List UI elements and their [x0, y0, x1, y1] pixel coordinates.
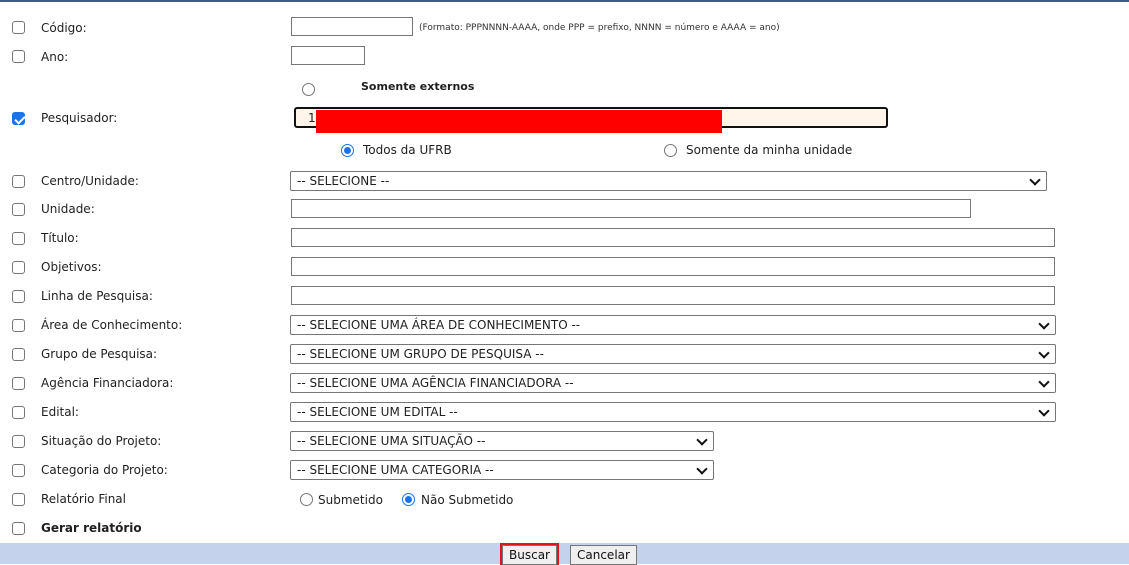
minha-unidade-radio[interactable] [664, 144, 677, 157]
unidade-label: Unidade: [41, 202, 95, 216]
situacao-projeto-row: Situação do Projeto: -- SELECIONE UMA SI… [0, 431, 1129, 453]
objetivos-input[interactable] [291, 257, 1055, 276]
codigo-label: Código: [41, 21, 87, 35]
objetivos-checkbox[interactable] [12, 261, 25, 274]
edital-select[interactable]: -- SELECIONE UM EDITAL -- [290, 402, 1056, 422]
edital-row: Edital: -- SELECIONE UM EDITAL -- [0, 402, 1129, 424]
ano-row: Ano: [0, 46, 1129, 68]
todos-ufrb-radio[interactable] [341, 144, 354, 157]
linha-pesquisa-row: Linha de Pesquisa: [0, 286, 1129, 308]
centro-unidade-label: Centro/Unidade: [41, 174, 139, 188]
edital-checkbox[interactable] [12, 406, 25, 419]
grupo-pesquisa-selected: -- SELECIONE UM GRUPO DE PESQUISA -- [297, 347, 544, 361]
ano-label: Ano: [41, 50, 69, 64]
titulo-row: Título: [0, 228, 1129, 250]
cancelar-button[interactable]: Cancelar [570, 545, 637, 565]
area-conhecimento-row: Área de Conhecimento: -- SELECIONE UMA Á… [0, 315, 1129, 337]
relatorio-final-label: Relatório Final [41, 492, 126, 506]
chevron-down-icon [696, 463, 708, 475]
chevron-down-icon [696, 434, 708, 446]
redaction-overlay [316, 110, 722, 133]
ano-checkbox[interactable] [12, 50, 25, 63]
grupo-pesquisa-row: Grupo de Pesquisa: -- SELECIONE UM GRUPO… [0, 344, 1129, 366]
area-conhecimento-selected: -- SELECIONE UMA ÁREA DE CONHECIMENTO -- [297, 318, 581, 332]
centro-unidade-selected: -- SELECIONE -- [297, 174, 390, 188]
categoria-projeto-label: Categoria do Projeto: [41, 463, 168, 477]
categoria-projeto-checkbox[interactable] [12, 464, 25, 477]
somente-externos-row: Somente externos [0, 79, 1129, 101]
submetido-radio[interactable] [300, 493, 313, 506]
objetivos-label: Objetivos: [41, 260, 102, 274]
chevron-down-icon [1038, 347, 1050, 359]
form-footer: Buscar Cancelar [0, 543, 1129, 565]
situacao-projeto-select[interactable]: -- SELECIONE UMA SITUAÇÃO -- [290, 431, 714, 451]
buscar-button[interactable]: Buscar [500, 543, 559, 565]
somente-externos-label: Somente externos [361, 80, 475, 93]
ano-input[interactable] [291, 46, 365, 65]
grupo-pesquisa-select[interactable]: -- SELECIONE UM GRUPO DE PESQUISA -- [290, 344, 1056, 364]
codigo-row: Código: (Formato: PPPNNNN-AAAA, onde PPP… [0, 17, 1129, 39]
grupo-pesquisa-checkbox[interactable] [12, 348, 25, 361]
area-conhecimento-select[interactable]: -- SELECIONE UMA ÁREA DE CONHECIMENTO -- [290, 315, 1056, 335]
agencia-financiadora-label: Agência Financiadora: [41, 376, 174, 390]
unidade-row: Unidade: [0, 199, 1129, 221]
relatorio-final-row: Relatório Final Submetido Não Submetido [0, 489, 1129, 511]
centro-unidade-row: Centro/Unidade: -- SELECIONE -- [0, 171, 1129, 193]
agencia-financiadora-select[interactable]: -- SELECIONE UMA AGÊNCIA FINANCIADORA -- [290, 373, 1056, 393]
submetido-label: Submetido [318, 493, 383, 507]
centro-unidade-select[interactable]: -- SELECIONE -- [290, 171, 1047, 191]
chevron-down-icon [1038, 376, 1050, 388]
unidade-checkbox[interactable] [12, 203, 25, 216]
codigo-input[interactable] [291, 17, 413, 36]
nao-submetido-label: Não Submetido [421, 493, 514, 507]
unidade-input[interactable] [291, 199, 971, 218]
nao-submetido-radio[interactable] [402, 493, 415, 506]
pesquisador-scope-row: Todos da UFRB Somente da minha unidade [0, 140, 1129, 162]
centro-unidade-checkbox[interactable] [12, 175, 25, 188]
titulo-input[interactable] [291, 228, 1055, 247]
gerar-relatorio-row: Gerar relatório [0, 518, 1129, 540]
chevron-down-icon [1038, 405, 1050, 417]
agencia-financiadora-checkbox[interactable] [12, 377, 25, 390]
pesquisador-row: Pesquisador: [0, 107, 1129, 133]
pesquisador-label: Pesquisador: [41, 111, 118, 125]
titulo-label: Título: [41, 231, 79, 245]
categoria-projeto-selected: -- SELECIONE UMA CATEGORIA -- [297, 463, 494, 477]
codigo-format-hint: (Formato: PPPNNNN-AAAA, onde PPP = prefi… [419, 23, 780, 33]
area-conhecimento-checkbox[interactable] [12, 319, 25, 332]
categoria-projeto-row: Categoria do Projeto: -- SELECIONE UMA C… [0, 460, 1129, 482]
codigo-checkbox[interactable] [12, 21, 25, 34]
situacao-projeto-selected: -- SELECIONE UMA SITUAÇÃO -- [297, 434, 486, 448]
linha-pesquisa-checkbox[interactable] [12, 290, 25, 303]
situacao-projeto-checkbox[interactable] [12, 435, 25, 448]
pesquisador-checkbox[interactable] [12, 112, 25, 125]
somente-externos-radio[interactable] [302, 83, 315, 96]
agencia-financiadora-selected: -- SELECIONE UMA AGÊNCIA FINANCIADORA -- [297, 376, 574, 390]
categoria-projeto-select[interactable]: -- SELECIONE UMA CATEGORIA -- [290, 460, 714, 480]
chevron-down-icon [1029, 174, 1041, 186]
titulo-checkbox[interactable] [12, 232, 25, 245]
linha-pesquisa-label: Linha de Pesquisa: [41, 289, 153, 303]
agencia-financiadora-row: Agência Financiadora: -- SELECIONE UMA A… [0, 373, 1129, 395]
situacao-projeto-label: Situação do Projeto: [41, 434, 162, 448]
linha-pesquisa-input[interactable] [291, 286, 1055, 305]
todos-ufrb-label: Todos da UFRB [363, 143, 452, 157]
relatorio-final-checkbox[interactable] [12, 493, 25, 506]
gerar-relatorio-label: Gerar relatório [41, 521, 142, 535]
top-border [0, 0, 1129, 2]
gerar-relatorio-checkbox[interactable] [12, 522, 25, 535]
grupo-pesquisa-label: Grupo de Pesquisa: [41, 347, 158, 361]
minha-unidade-label: Somente da minha unidade [686, 143, 853, 157]
edital-selected: -- SELECIONE UM EDITAL -- [297, 405, 458, 419]
chevron-down-icon [1038, 318, 1050, 330]
edital-label: Edital: [41, 405, 79, 419]
area-conhecimento-label: Área de Conhecimento: [41, 318, 183, 332]
objetivos-row: Objetivos: [0, 257, 1129, 279]
